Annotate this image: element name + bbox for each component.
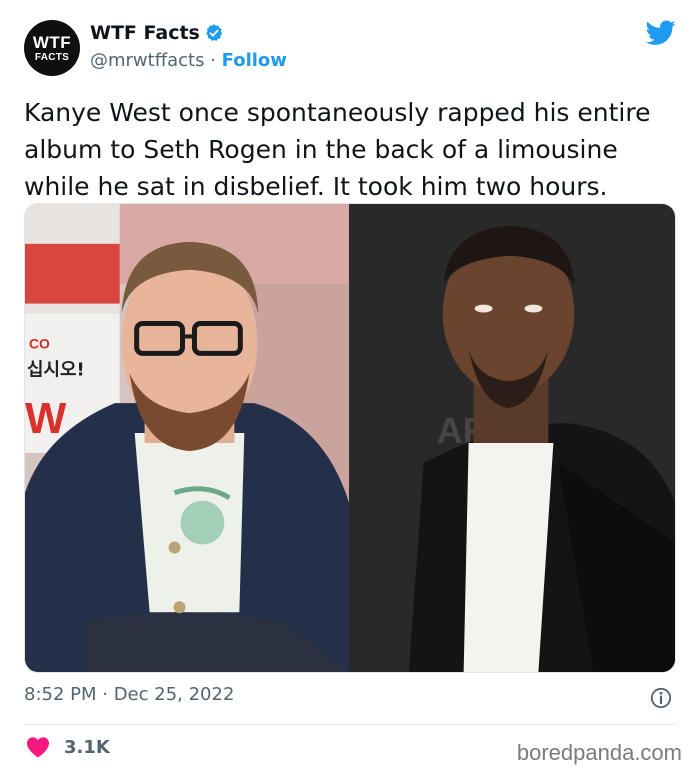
sign-text-co: CO [29,335,50,351]
tweet-media[interactable]: CO 십시오! W AR [24,203,676,673]
follow-link[interactable]: Follow [222,50,287,71]
info-icon[interactable] [650,687,672,709]
author-handle-row: @mrwtffacts · Follow [90,50,287,71]
handle-separator: · [204,50,222,71]
avatar-text-line2: FACTS [34,51,70,63]
sign-text-korean: 십시오! [27,359,85,380]
kanye-west-photo[interactable]: AR [349,204,675,672]
watermark: boredpanda.com [516,740,682,765]
avatar-text-line1: WTF [32,32,72,52]
avatar[interactable]: WTF FACTS [24,20,80,76]
tweet-timestamp[interactable]: 8:52 PM · Dec 25, 2022 [24,684,234,705]
like-button[interactable]: 3.1K [26,736,110,758]
author-name-row: WTF Facts [90,22,224,44]
verified-badge-icon [206,24,223,41]
kanye-west-photo-art: AR [349,204,675,672]
divider [24,724,676,725]
seth-rogen-photo-art: CO 십시오! W [25,204,349,672]
like-count: 3.1K [64,736,110,758]
tweet-text: Kanye West once spontaneously rapped his… [24,98,651,201]
twitter-bird-icon[interactable] [646,20,676,46]
author-display-name[interactable]: WTF Facts [90,22,200,44]
author-handle[interactable]: @mrwtffacts [90,50,204,71]
heart-icon [27,737,49,758]
seth-rogen-photo[interactable]: CO 십시오! W [25,204,349,672]
sign-text-w: W [25,394,67,443]
